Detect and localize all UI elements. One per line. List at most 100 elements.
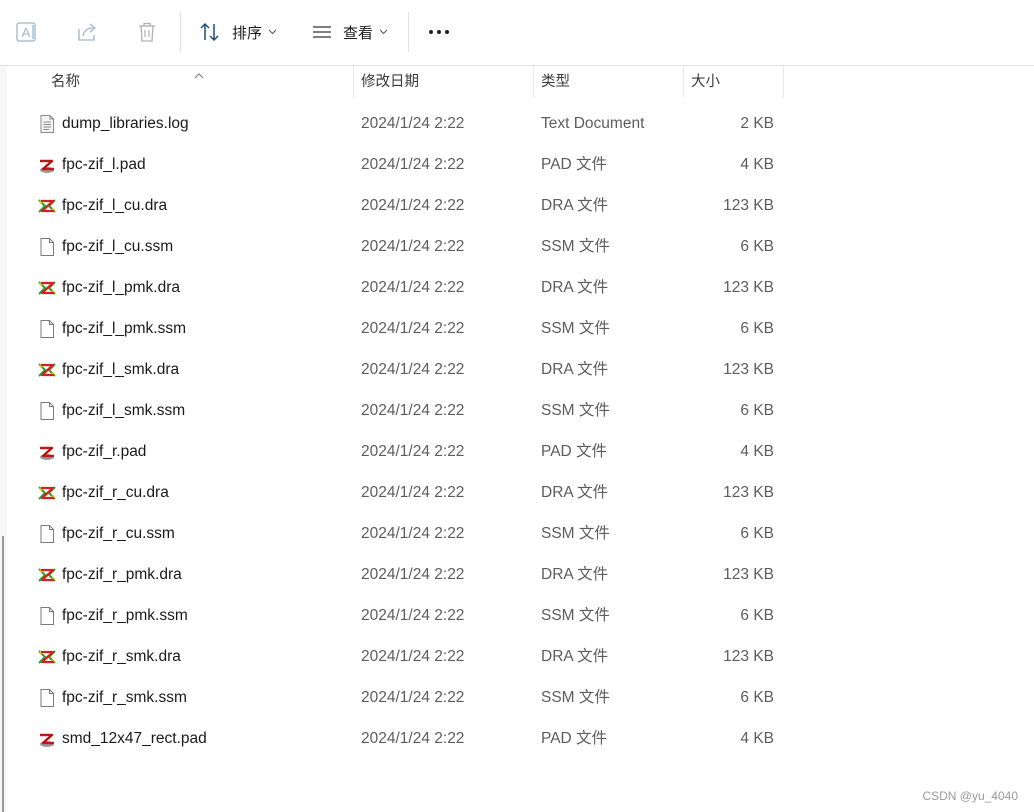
dra-file-icon: [37, 278, 57, 298]
file-type: Text Document: [541, 115, 645, 132]
file-row[interactable]: fpc-zif_r_smk.ssm 2024/1/24 2:22 SSM 文件 6 K…: [0, 677, 1034, 718]
file-row[interactable]: fpc-zif_l_smk.ssm 2024/1/24 2:22 SSM 文件 6 K…: [0, 390, 1034, 431]
file-modified-date: 2024/1/24 2:22: [361, 689, 465, 706]
pad-file-icon: [37, 442, 57, 462]
file-name: fpc-zif_r_smk.dra: [62, 648, 181, 665]
column-header-name[interactable]: 名称: [51, 66, 80, 98]
file-modified-date: 2024/1/24 2:22: [361, 156, 465, 173]
watermark: CSDN @yu_4040: [922, 789, 1018, 803]
dra-file-icon: [37, 360, 57, 380]
column-divider[interactable]: [533, 66, 534, 98]
file-type: DRA 文件: [541, 361, 609, 378]
column-divider[interactable]: [783, 66, 784, 98]
file-row[interactable]: fpc-zif_l_smk.dra 2024/1/24 2:22 DRA 文件 123…: [0, 349, 1034, 390]
delete-button[interactable]: [134, 14, 160, 50]
dra-file-icon: [37, 647, 57, 667]
file-modified-date: 2024/1/24 2:22: [361, 238, 465, 255]
file-row[interactable]: fpc-zif_r_cu.ssm 2024/1/24 2:22 SSM 文件 6 KB: [0, 513, 1034, 554]
file-row[interactable]: fpc-zif_l_pmk.dra 2024/1/24 2:22 DRA 文件 123…: [0, 267, 1034, 308]
sort-button[interactable]: 排序: [198, 14, 277, 50]
file-row[interactable]: fpc-zif_r_pmk.ssm 2024/1/24 2:22 SSM 文件 6 K…: [0, 595, 1034, 636]
file-modified-date: 2024/1/24 2:22: [361, 320, 465, 337]
file-modified-date: 2024/1/24 2:22: [361, 361, 465, 378]
share-icon: [74, 19, 100, 45]
file-type: DRA 文件: [541, 648, 609, 665]
file-modified-date: 2024/1/24 2:22: [361, 197, 465, 214]
file-row[interactable]: fpc-zif_r_cu.dra 2024/1/24 2:22 DRA 文件 123 …: [0, 472, 1034, 513]
file-modified-date: 2024/1/24 2:22: [361, 484, 465, 501]
file-type: DRA 文件: [541, 197, 609, 214]
file-size: 123 KB: [723, 197, 774, 214]
file-row[interactable]: smd_12x47_rect.pad 2024/1/24 2:22 PAD 文件 4 …: [0, 718, 1034, 759]
rename-icon: A: [14, 19, 40, 45]
file-row[interactable]: fpc-zif_r_pmk.dra 2024/1/24 2:22 DRA 文件 123…: [0, 554, 1034, 595]
column-divider[interactable]: [353, 66, 354, 98]
column-header-date[interactable]: 修改日期: [361, 66, 419, 98]
rename-button[interactable]: A: [14, 14, 40, 50]
chevron-down-icon: [379, 29, 388, 35]
file-modified-date: 2024/1/24 2:22: [361, 402, 465, 419]
file-type: SSM 文件: [541, 238, 610, 255]
sort-ascending-icon: [194, 66, 204, 84]
file-row[interactable]: fpc-zif_l_cu.ssm 2024/1/24 2:22 SSM 文件 6 KB: [0, 226, 1034, 267]
file-size: 4 KB: [740, 443, 774, 460]
file-row[interactable]: dump_libraries.log 2024/1/24 2:22 Text Doc…: [0, 103, 1034, 144]
sort-icon: [198, 20, 222, 44]
file-modified-date: 2024/1/24 2:22: [361, 648, 465, 665]
file-name: fpc-zif_l_pmk.dra: [62, 279, 181, 296]
file-size: 6 KB: [740, 689, 774, 706]
file-type: PAD 文件: [541, 156, 608, 173]
file-row[interactable]: fpc-zif_l_cu.dra 2024/1/24 2:22 DRA 文件 123 …: [0, 185, 1034, 226]
file-type: DRA 文件: [541, 279, 609, 296]
dra-file-icon: [37, 483, 57, 503]
file-size: 4 KB: [740, 730, 774, 747]
file-type: SSM 文件: [541, 320, 610, 337]
dra-file-icon: [37, 565, 57, 585]
file-size: 6 KB: [740, 320, 774, 337]
file-name: fpc-zif_l.pad: [62, 156, 146, 173]
file-modified-date: 2024/1/24 2:22: [361, 525, 465, 542]
file-row[interactable]: fpc-zif_l.pad 2024/1/24 2:22 PAD 文件 4 KB: [0, 144, 1034, 185]
file-row[interactable]: fpc-zif_l_pmk.ssm 2024/1/24 2:22 SSM 文件 6 K…: [0, 308, 1034, 349]
file-name: fpc-zif_r_cu.ssm: [62, 525, 175, 542]
file-name: fpc-zif_r_smk.ssm: [62, 689, 187, 706]
log-file-icon: [37, 114, 57, 134]
file-type: PAD 文件: [541, 730, 608, 747]
file-size: 123 KB: [723, 279, 774, 296]
blank-file-icon: [37, 401, 57, 421]
file-name: fpc-zif_r_cu.dra: [62, 484, 169, 501]
file-size: 4 KB: [740, 156, 774, 173]
chevron-down-icon: [268, 29, 277, 35]
file-type: PAD 文件: [541, 443, 608, 460]
column-divider[interactable]: [683, 66, 684, 98]
file-size: 6 KB: [740, 238, 774, 255]
file-size: 123 KB: [723, 648, 774, 665]
file-name: fpc-zif_l_smk.ssm: [62, 402, 186, 419]
file-name: fpc-zif_l_cu.ssm: [62, 238, 174, 255]
sort-label: 排序: [232, 24, 263, 42]
share-button[interactable]: [74, 14, 100, 50]
file-type: DRA 文件: [541, 566, 609, 583]
file-name: dump_libraries.log: [62, 115, 189, 132]
file-modified-date: 2024/1/24 2:22: [361, 730, 465, 747]
toolbar-divider: [180, 12, 181, 52]
file-size: 6 KB: [740, 607, 774, 624]
file-type: DRA 文件: [541, 484, 609, 501]
more-icon: [426, 20, 452, 44]
column-header-type[interactable]: 类型: [541, 66, 570, 98]
file-row[interactable]: fpc-zif_r_smk.dra 2024/1/24 2:22 DRA 文件 123…: [0, 636, 1034, 677]
blank-file-icon: [37, 688, 57, 708]
file-row[interactable]: fpc-zif_r.pad 2024/1/24 2:22 PAD 文件 4 KB: [0, 431, 1034, 472]
pad-file-icon: [37, 729, 57, 749]
more-options-button[interactable]: [426, 14, 452, 50]
column-header-size[interactable]: 大小: [691, 66, 720, 98]
blank-file-icon: [37, 319, 57, 339]
blank-file-icon: [37, 237, 57, 257]
column-header: 名称 修改日期 类型 大小: [9, 66, 784, 98]
file-size: 123 KB: [723, 361, 774, 378]
svg-text:A: A: [22, 25, 31, 40]
file-size: 123 KB: [723, 484, 774, 501]
view-button[interactable]: 查看: [311, 14, 388, 50]
blank-file-icon: [37, 606, 57, 626]
file-type: SSM 文件: [541, 607, 610, 624]
